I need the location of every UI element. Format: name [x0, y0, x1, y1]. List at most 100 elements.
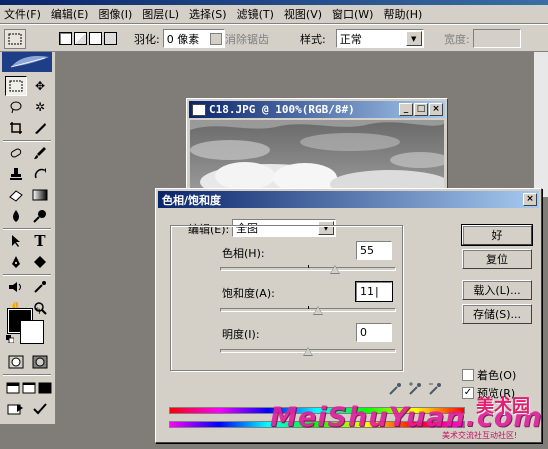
dodge-tool-icon[interactable]: [29, 206, 51, 226]
hue-input[interactable]: 55: [356, 241, 392, 260]
marquee-preset-icon[interactable]: [4, 28, 26, 49]
width-input[interactable]: [472, 29, 521, 48]
colorize-option[interactable]: 着色(O): [462, 367, 516, 383]
toolbox-divider: [3, 228, 51, 230]
saturation-slider-thumb[interactable]: [312, 306, 323, 315]
hue-label: 色相(H):: [222, 247, 265, 260]
tool-preset-picker[interactable]: [4, 28, 26, 49]
watermark-subtitle: 美术交流社互动社区!: [442, 431, 518, 440]
style-value: 正常: [339, 32, 362, 46]
move-tool-icon[interactable]: ✥: [29, 76, 51, 96]
healing-brush-icon[interactable]: [5, 143, 27, 163]
brush-tool-icon[interactable]: [29, 143, 51, 163]
notes-tool-icon[interactable]: [5, 277, 27, 297]
subtract-eyedropper-icon[interactable]: [428, 382, 442, 399]
toolbox-divider: [3, 140, 51, 142]
document-window: C18.JPG @ 100%(RGB/8#) _ □ ×: [186, 98, 448, 194]
gradient-tool-icon[interactable]: [29, 185, 51, 205]
history-brush-icon[interactable]: [29, 164, 51, 184]
menu-edit[interactable]: 编辑(E): [51, 6, 89, 22]
slice-tool-icon[interactable]: [29, 118, 51, 138]
clone-stamp-icon[interactable]: [5, 164, 27, 184]
style-select[interactable]: 正常 ▼: [335, 29, 424, 48]
antialias-label: 消除锯齿: [225, 32, 269, 46]
hue-slider-thumb[interactable]: [329, 265, 340, 274]
ok-button[interactable]: 好: [461, 224, 533, 246]
toolbox-divider: [3, 274, 51, 276]
pen-tool-icon[interactable]: [5, 252, 27, 272]
saturation-slider-center-tick: [308, 306, 309, 309]
antialias-group[interactable]: 消除锯齿: [210, 29, 269, 48]
jump-to-imageready-icon[interactable]: [5, 399, 27, 419]
width-group: 宽度:: [444, 29, 521, 48]
subtract-selection-icon[interactable]: [89, 32, 102, 45]
antialias-checkbox[interactable]: [210, 32, 222, 45]
menu-view[interactable]: 视图(V): [284, 6, 322, 22]
dialog-title: 色相/饱和度: [162, 193, 222, 207]
intersect-selection-icon[interactable]: [104, 32, 117, 45]
toolbox-header[interactable]: [2, 52, 52, 72]
lightness-input[interactable]: 0: [356, 323, 392, 342]
type-tool-icon[interactable]: T: [29, 231, 51, 251]
selection-mode-group: [58, 29, 118, 48]
hue-value: 55: [360, 244, 374, 257]
saturation-value: 11: [360, 285, 374, 298]
eyedropper-tool-icon[interactable]: [29, 277, 51, 297]
path-selection-icon[interactable]: [5, 231, 27, 251]
menu-file[interactable]: 文件(F): [4, 6, 41, 22]
full-screen-icon[interactable]: [34, 378, 56, 398]
save-button[interactable]: 存储(S)...: [462, 304, 532, 324]
lasso-tool-icon[interactable]: [5, 97, 27, 117]
default-colors-icon[interactable]: [6, 335, 14, 343]
menu-layer[interactable]: 图层(L): [142, 6, 179, 22]
saturation-label: 饱和度(A):: [222, 287, 275, 300]
image-canvas[interactable]: [190, 120, 444, 192]
chevron-down-icon[interactable]: ▼: [405, 31, 422, 46]
shape-tool-icon[interactable]: [29, 252, 51, 272]
palette-well-edge: [534, 52, 548, 197]
swap-colors-icon[interactable]: ↰: [34, 307, 42, 317]
close-icon[interactable]: ×: [523, 193, 537, 206]
document-titlebar[interactable]: C18.JPG @ 100%(RGB/8#) _ □ ×: [189, 101, 445, 118]
eraser-tool-icon[interactable]: [5, 185, 27, 205]
toolbox: ✥ ✲ T ✋ ↰: [0, 52, 56, 424]
colorize-checkbox[interactable]: [462, 369, 474, 381]
marquee-tool-icon[interactable]: [5, 76, 27, 96]
document-title: C18.JPG @ 100%(RGB/8#): [209, 103, 355, 116]
magic-wand-icon[interactable]: ✲: [29, 97, 51, 117]
menu-help[interactable]: 帮助(H): [383, 6, 422, 22]
dialog-titlebar[interactable]: 色相/饱和度 ×: [158, 191, 539, 208]
add-eyedropper-icon[interactable]: [408, 382, 422, 399]
menu-image[interactable]: 图像(I): [98, 6, 132, 22]
blur-tool-icon[interactable]: [5, 206, 27, 226]
document-icon: [192, 103, 206, 116]
close-icon[interactable]: ×: [429, 103, 443, 116]
feather-logo-icon: [10, 56, 49, 68]
checkmark-icon[interactable]: [29, 399, 51, 419]
new-selection-icon[interactable]: [59, 32, 72, 45]
load-button[interactable]: 载入(L)...: [462, 280, 532, 300]
reset-button[interactable]: 复位: [462, 249, 532, 269]
options-bar: 羽化: 0 像素 消除锯齿 样式: 正常 ▼ 宽度:: [0, 24, 548, 52]
menu-select[interactable]: 选择(S): [189, 6, 227, 22]
feather-label: 羽化:: [134, 32, 160, 46]
saturation-input[interactable]: 11 |: [355, 281, 393, 302]
standard-mode-icon[interactable]: [5, 352, 27, 372]
add-selection-icon[interactable]: [74, 32, 87, 45]
eyedropper-icon[interactable]: [388, 382, 402, 399]
cloud-image: [190, 120, 444, 192]
crop-tool-icon[interactable]: [5, 118, 27, 138]
maximize-icon[interactable]: □: [414, 103, 428, 116]
menu-filter[interactable]: 滤镜(T): [237, 6, 274, 22]
colorize-label: 着色(O): [477, 369, 517, 382]
width-label: 宽度:: [444, 32, 470, 46]
menu-window[interactable]: 窗口(W): [332, 6, 373, 22]
feather-value: 0 像素: [166, 32, 200, 46]
preview-checkbox[interactable]: ✓: [462, 387, 474, 399]
lightness-slider-thumb[interactable]: [303, 347, 313, 356]
background-color-swatch[interactable]: [20, 320, 44, 344]
watermark-cn: 美术园: [476, 396, 530, 417]
toolbox-divider: [3, 374, 51, 376]
quick-mask-mode-icon[interactable]: [29, 352, 51, 372]
minimize-icon[interactable]: _: [399, 103, 413, 116]
